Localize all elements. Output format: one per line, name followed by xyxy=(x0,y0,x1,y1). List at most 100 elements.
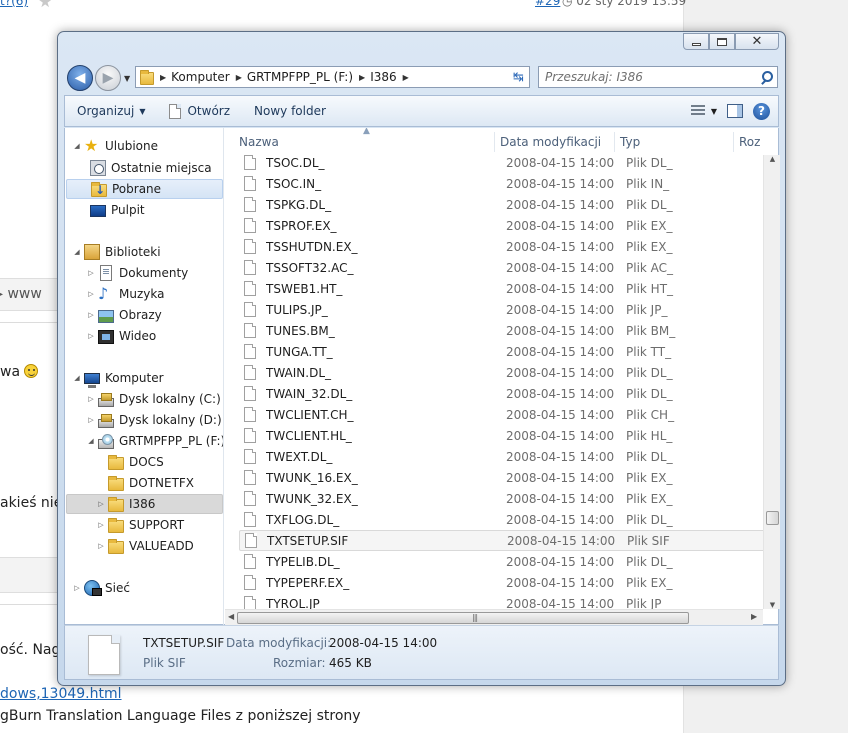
file-row[interactable]: TWCLIENT.HL_ 2008-04-15 14:00 Plik HL_ xyxy=(239,425,765,446)
collapse-arrow-icon[interactable]: ▷ xyxy=(86,290,96,298)
close-button[interactable]: ✕ xyxy=(735,33,779,50)
file-row[interactable]: TYPELIB.DL_ 2008-04-15 14:00 Plik DL_ xyxy=(239,551,765,572)
expand-arrow-icon[interactable]: ◢ xyxy=(72,374,82,382)
nav-videos[interactable]: ▷ Wideo xyxy=(86,326,156,346)
breadcrumb-computer[interactable]: Komputer xyxy=(171,70,230,84)
preview-pane-icon[interactable] xyxy=(727,104,743,118)
nav-drive-c[interactable]: ▷ Dysk lokalny (C:) xyxy=(86,389,221,409)
vertical-scrollbar[interactable]: ▲ ▼ xyxy=(763,155,780,609)
breadcrumb-separator-icon[interactable]: ▶ xyxy=(236,73,242,82)
collapse-arrow-icon[interactable]: ▷ xyxy=(96,521,106,529)
horizontal-scrollbar[interactable]: ◀ ||| ▶ xyxy=(225,609,763,625)
column-header-name[interactable]: Nazwa xyxy=(239,135,279,149)
view-options-dropdown-icon[interactable]: ▼ xyxy=(711,107,717,116)
file-row[interactable]: TXFLOG.DL_ 2008-04-15 14:00 Plik DL_ xyxy=(239,509,765,530)
expand-arrow-icon[interactable]: ◢ xyxy=(72,248,82,256)
page-link-windows[interactable]: dows,13049.html xyxy=(0,686,122,702)
file-row[interactable]: TSSHUTDN.EX_ 2008-04-15 14:00 Plik EX_ xyxy=(239,236,765,257)
file-row[interactable]: TULIPS.JP_ 2008-04-15 14:00 Plik JP_ xyxy=(239,299,765,320)
scroll-down-icon[interactable]: ▼ xyxy=(764,601,780,609)
back-button[interactable]: ◀ xyxy=(67,65,93,91)
column-divider[interactable] xyxy=(494,132,495,152)
search-icon[interactable] xyxy=(760,70,773,84)
collapse-arrow-icon[interactable]: ▷ xyxy=(86,332,96,340)
file-row[interactable]: TSPROF.EX_ 2008-04-15 14:00 Plik EX_ xyxy=(239,215,765,236)
column-header-size[interactable]: Roz xyxy=(739,135,760,149)
navigation-pane[interactable]: ◢★Ulubione Ostatnie miejsca Pobrane Pulp… xyxy=(65,128,224,625)
post-number-link[interactable]: #29 xyxy=(535,0,560,8)
expand-arrow-icon[interactable]: ◢ xyxy=(72,142,82,150)
column-divider[interactable] xyxy=(614,132,615,152)
breadcrumb-i386[interactable]: I386 xyxy=(370,70,396,84)
column-header-date[interactable]: Data modyfikacji xyxy=(500,135,601,149)
help-icon[interactable]: ? xyxy=(753,102,770,120)
scroll-up-icon[interactable]: ▲ xyxy=(764,155,780,163)
file-row[interactable]: TWUNK_16.EX_ 2008-04-15 14:00 Plik EX_ xyxy=(239,467,765,488)
file-row[interactable]: TUNGA.TT_ 2008-04-15 14:00 Plik TT_ xyxy=(239,341,765,362)
nav-folder-valueadd[interactable]: ▷ VALUEADD xyxy=(96,536,194,556)
file-row[interactable]: TSWEB1.HT_ 2008-04-15 14:00 Plik HT_ xyxy=(239,278,765,299)
collapse-arrow-icon[interactable]: ▷ xyxy=(86,416,96,424)
nav-folder-docs[interactable]: DOCS xyxy=(108,452,164,472)
forward-button[interactable]: ▶ xyxy=(95,65,121,91)
organize-button[interactable]: Organizuj ▼ xyxy=(65,96,157,126)
nav-network[interactable]: ▷ Sieć xyxy=(72,578,130,598)
maximize-button[interactable] xyxy=(709,33,735,50)
file-row[interactable]: TUNES.BM_ 2008-04-15 14:00 Plik BM_ xyxy=(239,320,765,341)
vertical-scroll-thumb[interactable] xyxy=(766,511,779,525)
file-row[interactable]: TYPEPERF.EX_ 2008-04-15 14:00 Plik EX_ xyxy=(239,572,765,593)
nav-desktop[interactable]: Pulpit xyxy=(90,200,145,220)
breadcrumb-separator-icon[interactable]: ▶ xyxy=(160,73,166,82)
nav-music[interactable]: ▷ ♪ Muzyka xyxy=(86,284,164,304)
collapse-arrow-icon[interactable]: ▷ xyxy=(86,269,96,277)
search-box[interactable]: Przeszukaj: I386 xyxy=(538,66,778,88)
change-view-icon[interactable] xyxy=(690,105,705,117)
file-row[interactable]: TXTSETUP.SIF 2008-04-15 14:00 Plik SIF xyxy=(239,530,765,551)
nav-favorites[interactable]: ◢ ★ Ulubione xyxy=(72,136,158,156)
nav-downloads[interactable]: Pobrane xyxy=(66,179,223,199)
new-folder-button[interactable]: Nowy folder xyxy=(242,96,338,126)
column-header-type[interactable]: Typ xyxy=(620,135,640,149)
open-button[interactable]: Otwórz xyxy=(157,96,242,126)
address-bar[interactable]: ▶ Komputer ▶ GRTMPFPP_PL (F:) ▶ I386 ▶ xyxy=(135,66,528,88)
collapse-arrow-icon[interactable]: ▷ xyxy=(96,500,106,508)
nav-folder-dotnetfx[interactable]: DOTNETFX xyxy=(108,473,194,493)
breadcrumb-drive[interactable]: GRTMPFPP_PL (F:) xyxy=(247,70,353,84)
scroll-right-icon[interactable]: ▶ xyxy=(751,612,757,621)
file-row[interactable]: TWAIN.DL_ 2008-04-15 14:00 Plik DL_ xyxy=(239,362,765,383)
collapse-arrow-icon[interactable]: ▷ xyxy=(86,395,96,403)
scroll-left-icon[interactable]: ◀ xyxy=(228,612,234,621)
file-row[interactable]: TSSOFT32.AC_ 2008-04-15 14:00 Plik AC_ xyxy=(239,257,765,278)
collapse-arrow-icon[interactable]: ▷ xyxy=(96,542,106,550)
breadcrumb-separator-icon[interactable]: ▶ xyxy=(359,73,365,82)
file-row[interactable]: TWCLIENT.CH_ 2008-04-15 14:00 Plik CH_ xyxy=(239,404,765,425)
search-input[interactable]: Przeszukaj: I386 xyxy=(545,70,643,84)
recent-pages-dropdown[interactable]: ▼ xyxy=(124,74,130,83)
file-row[interactable]: TWAIN_32.DL_ 2008-04-15 14:00 Plik DL_ xyxy=(239,383,765,404)
file-list[interactable]: ▲ Nazwa Data modyfikacji Typ Roz TSOC.DL… xyxy=(225,128,780,625)
horizontal-scroll-thumb[interactable]: ||| xyxy=(237,612,689,624)
star-icon[interactable]: ★ xyxy=(38,0,52,11)
minimize-button[interactable] xyxy=(683,33,709,50)
refresh-button[interactable]: ↹ xyxy=(508,66,530,88)
file-row[interactable]: TSPKG.DL_ 2008-04-15 14:00 Plik DL_ xyxy=(239,194,765,215)
nav-folder-i386[interactable]: ▷ I386 xyxy=(66,494,223,514)
nav-documents[interactable]: ▷ Dokumenty xyxy=(86,263,188,283)
nav-computer[interactable]: ◢ Komputer xyxy=(72,368,164,388)
column-divider[interactable] xyxy=(733,132,734,152)
file-row[interactable]: TWUNK_32.EX_ 2008-04-15 14:00 Plik EX_ xyxy=(239,488,765,509)
breadcrumb-separator-icon[interactable]: ▶ xyxy=(403,73,409,82)
nav-drive-d[interactable]: ▷ Dysk lokalny (D:) xyxy=(86,410,222,430)
nav-pictures[interactable]: ▷ Obrazy xyxy=(86,305,162,325)
file-row[interactable]: TWEXT.DL_ 2008-04-15 14:00 Plik DL_ xyxy=(239,446,765,467)
expand-arrow-icon[interactable]: ◢ xyxy=(86,437,96,445)
nav-folder-support[interactable]: ▷ SUPPORT xyxy=(96,515,184,535)
collapse-arrow-icon[interactable]: ▷ xyxy=(72,584,82,592)
file-row[interactable]: TSOC.DL_ 2008-04-15 14:00 Plik DL_ xyxy=(239,152,765,173)
collapse-arrow-icon[interactable]: ▷ xyxy=(86,311,96,319)
nav-drive-f[interactable]: ◢ GRTMPFPP_PL (F:) xyxy=(86,431,223,451)
nav-libraries[interactable]: ◢ Biblioteki xyxy=(72,242,161,262)
file-row[interactable]: TSOC.IN_ 2008-04-15 14:00 Plik IN_ xyxy=(239,173,765,194)
page-top-link[interactable]: t?(6) xyxy=(0,0,28,8)
nav-recent-places[interactable]: Ostatnie miejsca xyxy=(90,158,212,178)
